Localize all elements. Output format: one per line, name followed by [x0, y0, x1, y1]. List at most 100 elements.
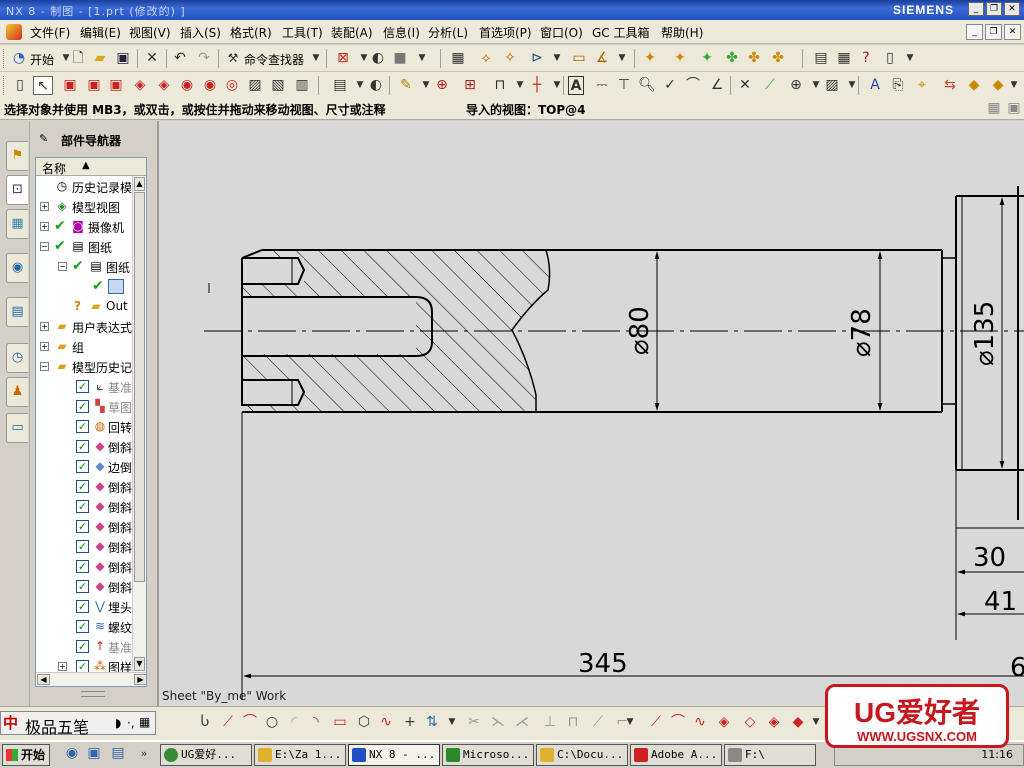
menu-insert[interactable]: 插入(S) — [180, 24, 221, 41]
tree-item-sheet[interactable]: − ✔ ▤ 图纸 — [36, 257, 136, 277]
reuse-library-tab[interactable]: ▦ — [6, 209, 28, 239]
desktop-quicklaunch-icon[interactable]: ▤ — [108, 744, 128, 763]
toolbar-grip[interactable] — [3, 49, 6, 68]
color-swatch-icon[interactable]: ■ — [390, 49, 410, 68]
dimension-text-30[interactable]: 30 — [973, 543, 1006, 573]
base-view-icon[interactable]: ▣ — [60, 76, 80, 95]
taskbar-button-documents[interactable]: C:\Docu... — [536, 744, 628, 766]
ime-bar[interactable]: 中 极品五笔 ◗ ·, ▦ — [0, 711, 156, 737]
detail-view-icon[interactable]: ▣ — [106, 76, 126, 95]
doc-restore-button[interactable]: ❐ — [985, 24, 1002, 40]
dimension-text-78[interactable]: ⌀78 — [847, 308, 877, 357]
feature-row-blend[interactable]: ✓ ◆ 边倒 — [36, 457, 136, 477]
expand-icon[interactable]: + — [40, 222, 49, 231]
tree-item-out[interactable]: ? ▰ Out — [36, 297, 136, 317]
feature-checkbox[interactable]: ✓ — [76, 420, 89, 433]
feature-checkbox[interactable]: ✓ — [76, 600, 89, 613]
mate-icon[interactable]: ✤ — [744, 49, 764, 68]
datum-target-icon[interactable]: ⊤ — [614, 76, 634, 95]
taskbar-button-excel[interactable]: Microso... — [442, 744, 534, 766]
offset-icon[interactable]: ◈ — [714, 713, 734, 732]
feature-row-datum[interactable]: ✓ ⟀ 基准 — [36, 377, 136, 397]
pin-icon[interactable]: ✎ — [39, 132, 48, 145]
cube-icon[interactable]: ◆ — [964, 76, 984, 95]
dropdown-arrow-icon[interactable]: ▼ — [442, 713, 462, 732]
menu-information[interactable]: 信息(I) — [383, 24, 420, 41]
feature-checkbox[interactable]: ✓ — [76, 640, 89, 653]
dropdown-arrow-icon[interactable]: ▼ — [1004, 76, 1024, 95]
menu-view[interactable]: 视图(V) — [129, 24, 171, 41]
text-style-icon[interactable]: A — [865, 76, 885, 95]
half-section-icon[interactable]: ◈ — [154, 76, 174, 95]
more-quicklaunch-icon[interactable]: » — [134, 744, 154, 763]
profile-icon[interactable]: Ⴑ — [195, 713, 215, 732]
taskbar-button-nx[interactable]: NX 8 - ... — [348, 744, 440, 766]
tree-item-user-expressions[interactable]: + ▰ 用户表达式 — [36, 317, 136, 337]
feature-row-sketch[interactable]: ✓ ▚ 草图 — [36, 397, 136, 417]
projected-view-icon[interactable]: ▣ — [84, 76, 104, 95]
system-materials-tab[interactable]: ▭ — [6, 413, 28, 443]
collapse-icon[interactable]: − — [40, 242, 49, 251]
menu-preferences[interactable]: 首选项(P) — [479, 24, 532, 41]
revolved-section-icon[interactable]: ◉ — [177, 76, 197, 95]
save-icon[interactable]: ▣ — [113, 49, 133, 68]
dimension-text-135[interactable]: ⌀135 — [970, 301, 1000, 366]
zoom-icon[interactable]: 🔍︎ — [637, 76, 657, 95]
feature-row-datum[interactable]: ✓ ↑ 基准 — [36, 637, 136, 657]
feature-checkbox[interactable]: ✓ — [76, 460, 89, 473]
menu-help[interactable]: 帮助(H) — [661, 24, 703, 41]
scroll-thumb[interactable] — [134, 192, 145, 582]
feature-row-countersink[interactable]: ✓ ⋁ 埋头 — [36, 597, 136, 617]
tree-item-model-views[interactable]: + ◈ 模型视图 — [36, 197, 136, 217]
expand-icon[interactable]: + — [40, 202, 49, 211]
select-pointer-icon[interactable]: ↖ — [33, 76, 53, 95]
menu-file[interactable]: 文件(F) — [30, 24, 70, 41]
snap-point-icon[interactable]: ⟋ — [760, 76, 780, 95]
feature-checkbox[interactable]: ✓ — [76, 560, 89, 573]
graphics-window[interactable]: ⌀80 ⌀78 ⌀135 30 41 345 6 — [157, 121, 1024, 706]
menu-gc-toolbox[interactable]: GC 工具箱 — [592, 24, 650, 41]
redo-icon[interactable]: ↷ — [194, 49, 214, 68]
grid-icon[interactable]: ▦ — [984, 99, 1004, 118]
expand-icon[interactable]: + — [58, 662, 67, 671]
target-icon[interactable]: ⊕ — [786, 76, 806, 95]
dropdown-arrow-icon[interactable]: ▼ — [806, 713, 826, 732]
menu-assembly[interactable]: 装配(A) — [331, 24, 373, 41]
taskbar-button-browser[interactable]: UG爱好... — [160, 744, 252, 766]
corner-icon[interactable]: ⋌ — [512, 713, 532, 732]
toolbar-grip[interactable] — [3, 76, 6, 95]
tree-item-model-history[interactable]: − ▰ 模型历史记 — [36, 357, 136, 377]
scroll-left-icon[interactable]: ◀ — [37, 674, 50, 685]
web-browser-tab[interactable]: ◉ — [6, 253, 28, 283]
weld-symbol-icon[interactable]: ⌒ — [683, 76, 703, 95]
view-fit-icon[interactable]: ⊠ — [333, 49, 353, 68]
extend-icon[interactable]: ⋋ — [488, 713, 508, 732]
dimension-sketch-icon[interactable]: ⊓ — [563, 713, 583, 732]
feature-row-chamfer[interactable]: ✓ ◆ 倒斜 — [36, 577, 136, 597]
feature-row-chamfer[interactable]: ✓ ◆ 倒斜 — [36, 437, 136, 457]
taskbar-button-drive[interactable]: F:\ — [724, 744, 816, 766]
new-file-icon[interactable]: 🗋 — [68, 49, 88, 68]
expand-icon[interactable]: + — [40, 342, 49, 351]
tree-item-history[interactable]: ◷ 历史记录模 — [36, 177, 136, 197]
display-icon[interactable]: ▤ — [330, 76, 350, 95]
sheet-icon[interactable]: ▤ — [811, 49, 831, 68]
minimize-button[interactable]: _ — [968, 2, 984, 16]
surface-finish-icon[interactable]: ✓ — [660, 76, 680, 95]
menu-format[interactable]: 格式(R) — [230, 24, 272, 41]
part-navigator-tab[interactable]: ⊡ — [6, 175, 28, 205]
curve-icon[interactable]: ∿ — [690, 713, 710, 732]
drawing-canvas[interactable]: ⌀80 ⌀78 ⌀135 30 41 345 6 — [157, 121, 1024, 706]
line-icon[interactable]: ⟋ — [218, 713, 238, 732]
mirror-icon[interactable]: ◇ — [740, 713, 760, 732]
history-palette-tab[interactable]: ▤ — [6, 297, 28, 327]
scroll-up-icon[interactable]: ▲ — [134, 177, 145, 191]
snap-icon[interactable]: ⟡ — [476, 49, 496, 68]
panel-icon[interactable]: ▣ — [1004, 99, 1024, 118]
project-icon[interactable]: ◆ — [788, 713, 808, 732]
section-view-icon[interactable]: ◈ — [130, 76, 150, 95]
ie-quicklaunch-icon[interactable]: ◉ — [62, 744, 82, 763]
tree-item-cameras[interactable]: + ✔ ◙ 摄像机 — [36, 217, 136, 237]
chamfer-sketch-icon[interactable]: ◝ — [306, 713, 326, 732]
feature-row-thread[interactable]: ✓ ≋ 螺纹 — [36, 617, 136, 637]
